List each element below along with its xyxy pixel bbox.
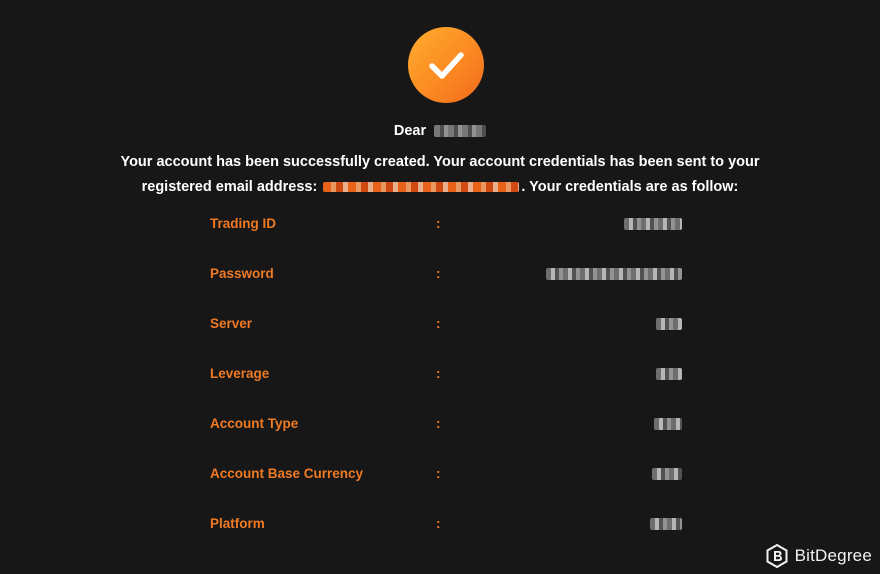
credential-separator: :	[436, 266, 441, 281]
redacted-name	[434, 125, 487, 138]
redacted-credential-value	[656, 318, 682, 330]
message-line-2-suffix: . Your credentials are as follow:	[521, 179, 739, 195]
credential-separator: :	[436, 366, 441, 381]
credential-label: Password	[210, 266, 274, 281]
redacted-credential-value	[624, 218, 682, 230]
credential-label: Account Type	[210, 416, 299, 431]
credential-separator: :	[436, 416, 441, 431]
credential-label: Leverage	[210, 366, 270, 381]
greeting-prefix: Dear	[393, 123, 427, 139]
watermark-text: BitDegree	[794, 546, 872, 565]
credential-label: Platform	[210, 516, 265, 531]
redacted-credential-value	[654, 418, 682, 430]
credential-separator: :	[436, 316, 441, 331]
message-line-1: Your account has been successfully creat…	[120, 154, 760, 170]
credential-row-account-base-currency: Account Base Currency :	[210, 460, 684, 510]
redacted-email	[323, 182, 520, 193]
success-check-badge	[408, 27, 484, 103]
checkmark-icon	[429, 52, 464, 79]
redacted-credential-value	[656, 368, 682, 380]
bitdegree-watermark: BitDegree	[766, 544, 872, 568]
credential-label: Account Base Currency	[210, 466, 364, 481]
credential-row-platform: Platform :	[210, 510, 684, 560]
message-line-2-prefix: registered email address:	[141, 179, 318, 195]
redacted-credential-value	[650, 518, 682, 530]
credential-row-password: Password :	[210, 260, 684, 310]
credential-row-trading-id: Trading ID :	[210, 210, 684, 260]
credential-row-leverage: Leverage :	[210, 360, 684, 410]
greeting: Dear	[0, 121, 880, 141]
account-created-message: Your account has been successfully creat…	[90, 150, 790, 200]
credential-label: Trading ID	[210, 216, 277, 231]
credential-separator: :	[436, 466, 441, 481]
credential-row-account-type: Account Type :	[210, 410, 684, 460]
credential-label: Server	[210, 316, 253, 331]
credential-separator: :	[436, 516, 441, 531]
redacted-credential-value	[652, 468, 682, 480]
credentials-table: Trading ID : Password : Server : Leverag…	[210, 210, 684, 560]
credential-separator: :	[436, 216, 441, 231]
bitdegree-logo-icon	[766, 544, 788, 568]
credential-row-server: Server :	[210, 310, 684, 360]
redacted-credential-value	[546, 268, 682, 280]
